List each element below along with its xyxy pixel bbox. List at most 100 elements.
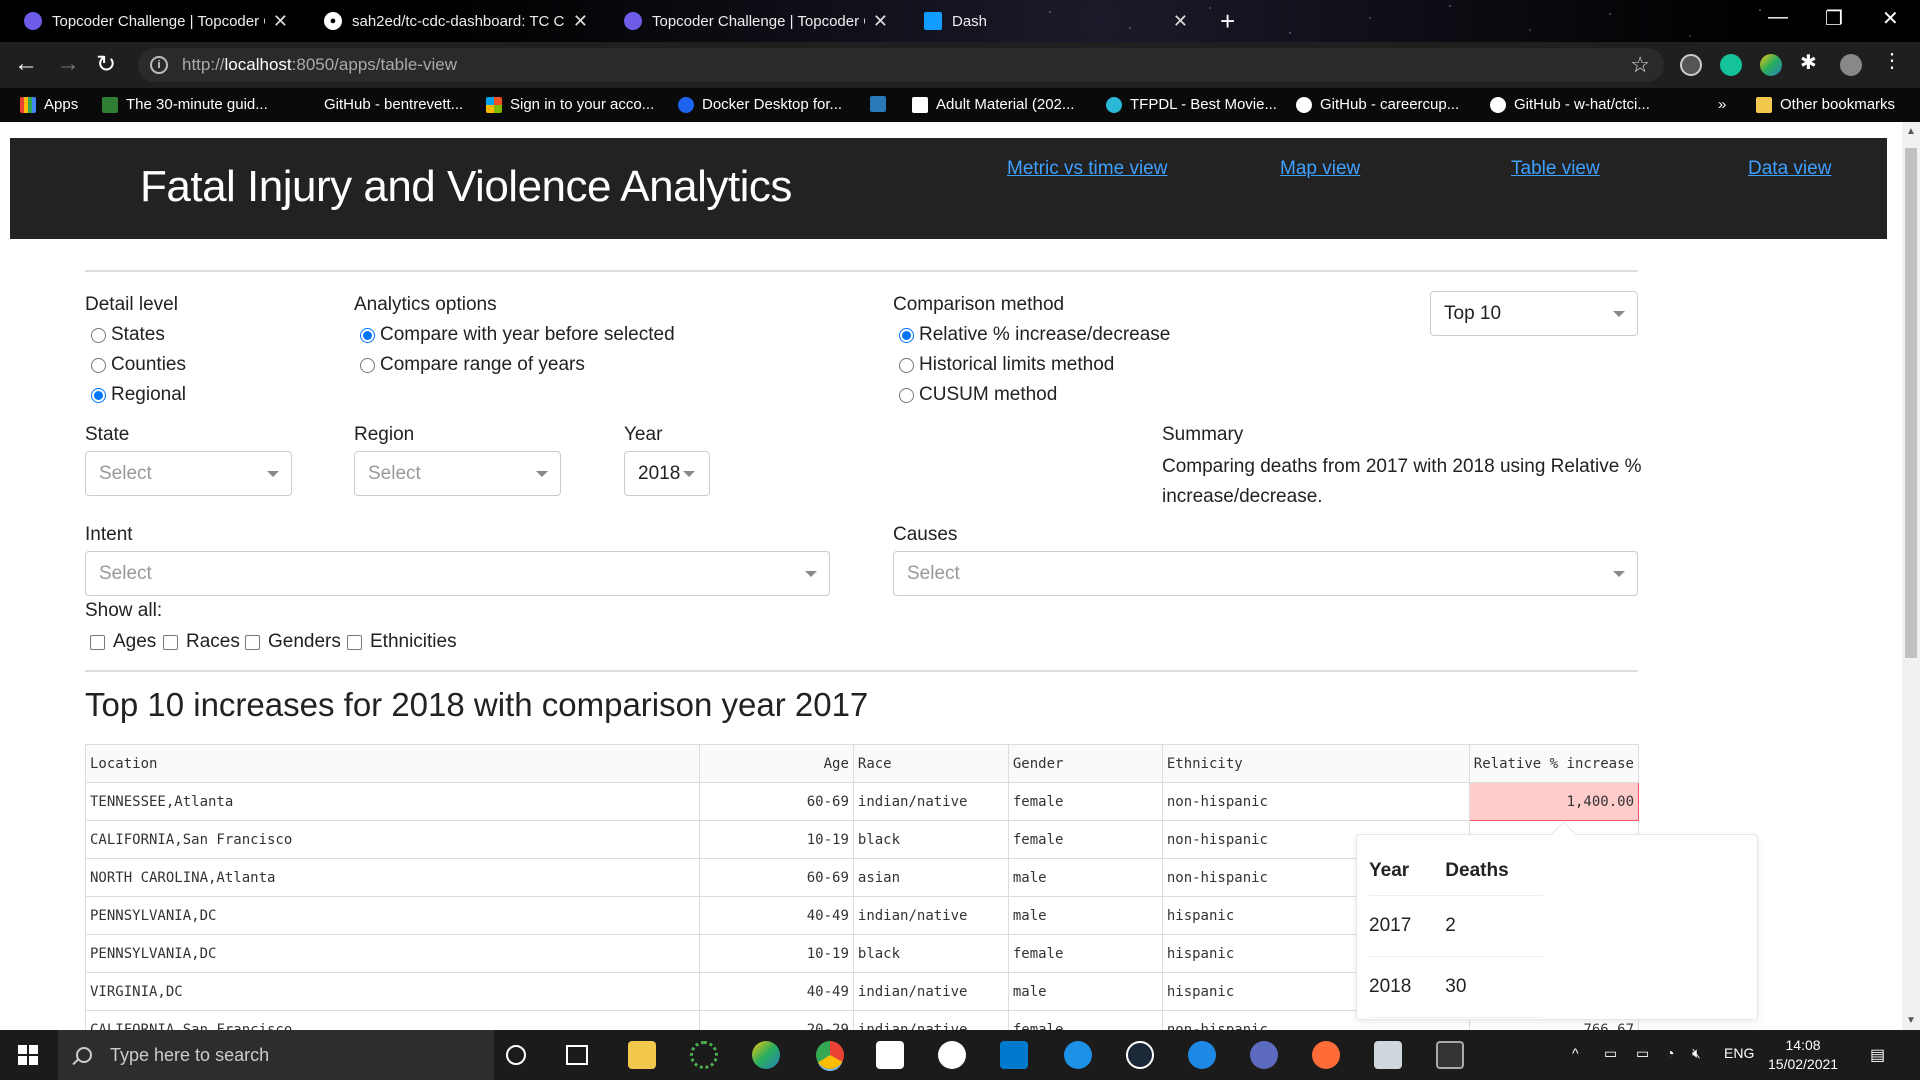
browser-tab-active[interactable]: Dash ✕ — [900, 0, 1200, 42]
column-header-relative-increase[interactable]: Relative % increase — [1468, 744, 1640, 783]
reload-icon[interactable]: ↻ — [96, 50, 116, 79]
chrome-icon[interactable] — [816, 1041, 844, 1069]
minimize-icon[interactable]: — — [1768, 6, 1788, 29]
browser-tab[interactable]: ● sah2ed/tc-cdc-dashboard: TC CD ✕ — [300, 0, 600, 42]
nav-link-table[interactable]: Table view — [1511, 158, 1600, 180]
close-tab-icon[interactable]: ✕ — [573, 11, 588, 32]
radio-button-checked[interactable] — [91, 387, 106, 403]
bookmark-star-icon[interactable]: ☆ — [1630, 52, 1650, 78]
back-icon[interactable]: ← — [14, 50, 38, 78]
bookmark-item[interactable]: Sign in to your acco... — [486, 96, 654, 113]
checkbox-genders[interactable]: Genders — [245, 631, 341, 653]
top-n-dropdown[interactable]: Top 10 — [1430, 291, 1638, 336]
radio-historical-limits[interactable]: Historical limits method — [899, 354, 1114, 376]
close-window-icon[interactable]: ✕ — [1882, 6, 1899, 31]
cell-age[interactable]: 20-29 — [698, 1010, 854, 1030]
cell-age[interactable]: 10-19 — [698, 820, 854, 859]
profile-avatar[interactable] — [1840, 54, 1862, 76]
cell-gender[interactable]: female — [1007, 934, 1163, 973]
bookmark-item[interactable]: GitHub - bentrevett... — [300, 96, 463, 113]
grammarly-extension-icon[interactable] — [1720, 54, 1742, 76]
checkbox[interactable] — [163, 634, 178, 650]
app-icon[interactable] — [1250, 1041, 1278, 1069]
cell-location[interactable]: PENNSYLVANIA,DC — [85, 896, 700, 935]
checkbox[interactable] — [245, 634, 260, 650]
cell-race[interactable]: black — [852, 820, 1009, 859]
extension-block-icon[interactable] — [1680, 54, 1702, 76]
bookmark-item[interactable]: GitHub - w-hat/ctci... — [1490, 96, 1650, 113]
language-indicator[interactable]: ENG — [1724, 1045, 1754, 1061]
steam-icon[interactable] — [1126, 1041, 1154, 1069]
windows-start-icon[interactable] — [18, 1045, 38, 1065]
terminal-icon[interactable] — [1436, 1041, 1464, 1069]
vscode-icon[interactable] — [1000, 1041, 1028, 1069]
scroll-up-arrow-icon[interactable]: ▲ — [1906, 126, 1916, 137]
cell-ethnicity[interactable]: non-hispanic — [1161, 782, 1470, 821]
close-tab-icon[interactable]: ✕ — [273, 11, 288, 32]
cell-location[interactable]: NORTH CAROLINA,Atlanta — [85, 858, 700, 897]
cell-race[interactable]: indian/native — [852, 972, 1009, 1011]
radio-regional[interactable]: Regional — [91, 384, 186, 406]
radio-button[interactable] — [91, 357, 106, 373]
region-dropdown[interactable]: Select — [354, 451, 561, 496]
radio-compare-year-before[interactable]: Compare with year before selected — [360, 324, 675, 346]
bookmark-item[interactable] — [870, 96, 894, 112]
cell-race[interactable]: black — [852, 934, 1009, 973]
cell-race[interactable]: asian — [852, 858, 1009, 897]
bookmark-other[interactable]: Other bookmarks — [1756, 96, 1895, 113]
battery-icon[interactable]: ▭ — [1636, 1045, 1649, 1062]
radio-relative-percent[interactable]: Relative % increase/decrease — [899, 324, 1170, 346]
radio-button[interactable] — [899, 357, 914, 373]
browser-tab[interactable]: Topcoder Challenge | Topcoder C ✕ — [0, 0, 300, 42]
column-header-gender[interactable]: Gender — [1007, 744, 1163, 783]
tray-device-icon[interactable]: ▭ — [1604, 1045, 1617, 1062]
cell-age[interactable]: 60-69 — [698, 782, 854, 821]
cell-location[interactable]: CALIFORNIA,San Francisco — [85, 820, 700, 859]
cell-gender[interactable]: female — [1007, 820, 1163, 859]
cell-age[interactable]: 40-49 — [698, 896, 854, 935]
extension-icon[interactable] — [1760, 54, 1782, 76]
close-tab-icon[interactable]: ✕ — [873, 11, 888, 32]
extensions-puzzle-icon[interactable]: ✱ — [1800, 50, 1822, 74]
app-icon[interactable] — [690, 1041, 718, 1069]
bookmark-item[interactable]: TFPDL - Best Movie... — [1106, 96, 1277, 113]
restore-icon[interactable]: ❐ — [1825, 6, 1843, 31]
radio-counties[interactable]: Counties — [91, 354, 186, 376]
cell-location[interactable]: CALIFORNIA,San Francisco — [85, 1010, 700, 1030]
nav-link-metric-vs-time[interactable]: Metric vs time view — [1007, 158, 1167, 180]
cell-race[interactable]: indian/native — [852, 782, 1009, 821]
page-scrollbar[interactable]: ▲ ▼ — [1902, 122, 1920, 1030]
task-view-icon[interactable] — [566, 1045, 588, 1065]
new-tab-icon[interactable]: + — [1220, 6, 1235, 37]
nav-link-map[interactable]: Map view — [1280, 158, 1360, 180]
radio-button[interactable] — [91, 327, 106, 343]
causes-dropdown[interactable]: Select — [893, 551, 1638, 596]
nav-link-data[interactable]: Data view — [1748, 158, 1831, 180]
cell-location[interactable]: VIRGINIA,DC — [85, 972, 700, 1011]
bookmark-item[interactable]: The 30-minute guid... — [102, 96, 268, 113]
volume-muted-icon[interactable]: 🔇︎ — [1692, 1045, 1701, 1062]
cell-gender[interactable]: female — [1007, 1010, 1163, 1030]
bookmark-apps[interactable]: Apps — [20, 96, 78, 113]
browser-menu-icon[interactable]: ⋮ — [1882, 48, 1904, 72]
checkbox[interactable] — [90, 634, 105, 650]
bookmarks-overflow-chevron[interactable]: » — [1718, 96, 1726, 113]
table-row[interactable]: TENNESSEE,Atlanta 60-69 indian/native fe… — [85, 782, 1640, 821]
radio-cusum[interactable]: CUSUM method — [899, 384, 1057, 406]
address-bar[interactable]: i http:// localhost :8050/apps/table-vie… — [138, 48, 1664, 82]
cell-location[interactable]: TENNESSEE,Atlanta — [85, 782, 700, 821]
forward-icon[interactable]: → — [56, 50, 80, 78]
bookmark-item[interactable]: GitHub - careercup... — [1296, 96, 1459, 113]
column-header-race[interactable]: Race — [852, 744, 1009, 783]
cell-gender[interactable]: male — [1007, 972, 1163, 1011]
radio-button-checked[interactable] — [360, 327, 375, 343]
cell-age[interactable]: 10-19 — [698, 934, 854, 973]
bookmark-item[interactable]: Docker Desktop for... — [678, 96, 842, 113]
site-info-icon[interactable]: i — [150, 56, 168, 74]
wifi-icon[interactable]: ◔ — [1666, 1045, 1674, 1061]
radio-button-checked[interactable] — [899, 327, 914, 343]
checkbox[interactable] — [347, 634, 362, 650]
cell-race[interactable]: indian/native — [852, 896, 1009, 935]
system-clock[interactable]: 14:08 15/02/2021 — [1768, 1036, 1838, 1074]
app-icon[interactable] — [1188, 1041, 1216, 1069]
